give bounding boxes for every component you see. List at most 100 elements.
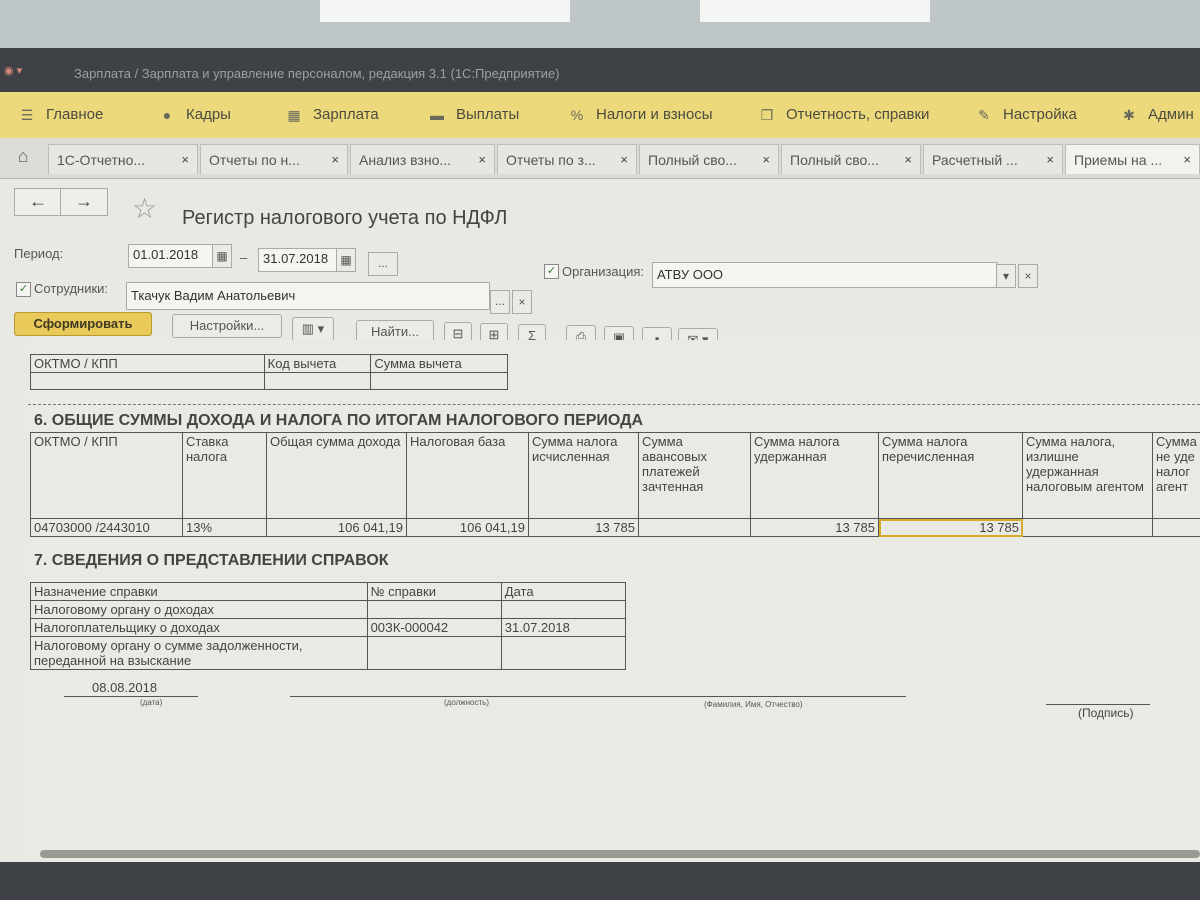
table-cell[interactable]: 106 041,19 <box>266 518 407 537</box>
favorite-star-icon[interactable]: ☆ <box>132 192 157 225</box>
table-cell-selected[interactable]: 13 785 <box>878 518 1023 537</box>
table-header-cell: Сумма налога, излишне удержанная налогов… <box>1022 432 1153 519</box>
menu-taxes[interactable]: % Налоги и взносы <box>568 106 713 123</box>
menu-reports[interactable]: ❐ Отчетность, справки <box>758 106 930 123</box>
table-header-cell: Общая сумма дохода <box>266 432 407 519</box>
close-icon[interactable]: × <box>331 152 339 167</box>
tab-item[interactable]: Отчеты по з... × <box>497 144 637 174</box>
table-cell[interactable]: 00ЗК-000042 <box>366 618 502 637</box>
table-header-cell: Сумма налога удержанная <box>750 432 879 519</box>
window-title: Зарплата / Зарплата и управление персона… <box>74 66 560 81</box>
table-cell[interactable]: Налоговому органу о доходах <box>30 600 368 619</box>
period-label: Период: <box>14 246 64 261</box>
tab-item[interactable]: 1С-Отчетно... × <box>48 144 198 174</box>
tab-label: Полный сво... <box>790 151 879 168</box>
organization-field[interactable]: АТВУ ООО <box>652 262 998 288</box>
title-bar: ◉ ▾ Зарплата / Зарплата и управление пер… <box>0 48 1200 92</box>
date-to-field[interactable]: 31.07.2018 <box>258 248 338 272</box>
table-cell[interactable] <box>1152 518 1200 537</box>
table-cell[interactable] <box>500 636 627 670</box>
close-icon[interactable]: × <box>1046 152 1054 167</box>
menu-admin[interactable]: ✱ Админ <box>1120 106 1194 123</box>
table-cell[interactable] <box>638 518 751 537</box>
table-header-cell: Сумма авансовых платежей зачтенная <box>638 432 751 519</box>
page-divider <box>28 404 1200 405</box>
table-cell[interactable] <box>366 636 502 670</box>
signature-line <box>1046 704 1150 705</box>
variant-menu-icon[interactable]: ▥ ▾ <box>292 317 334 341</box>
calendar-icon[interactable]: ▦ <box>336 248 356 272</box>
forward-button[interactable]: → <box>60 188 108 216</box>
close-icon[interactable]: × <box>620 152 628 167</box>
close-icon[interactable]: × <box>1183 152 1191 167</box>
period-select-button[interactable]: ... <box>368 252 398 276</box>
chevron-down-icon[interactable]: ▾ <box>996 264 1016 288</box>
window-glare <box>320 0 570 22</box>
percent-icon: % <box>570 106 584 123</box>
table-cell[interactable] <box>263 372 372 390</box>
tab-item[interactable]: Полный сво... × <box>781 144 921 174</box>
close-icon[interactable]: × <box>181 152 189 167</box>
table-cell[interactable] <box>500 600 627 619</box>
tab-item-active[interactable]: Приемы на ... × <box>1065 144 1200 174</box>
menu-personnel[interactable]: ● Кадры <box>158 106 231 123</box>
table-cell[interactable] <box>1022 518 1153 537</box>
date-from-field[interactable]: 01.01.2018 <box>128 244 214 268</box>
settings-button[interactable]: Настройки... <box>172 314 282 338</box>
employees-field[interactable]: Ткачук Вадим Анатольевич <box>126 282 490 310</box>
table-cell[interactable]: 13 785 <box>528 518 639 537</box>
menu-admin-label: Админ <box>1148 106 1194 123</box>
menu-settings[interactable]: ✎ Настройка <box>975 106 1077 123</box>
employees-label: Сотрудники: <box>34 281 109 296</box>
signature-caption: (должность) <box>444 698 489 707</box>
signature-caption: (Подпись) <box>1078 706 1134 720</box>
signature-line <box>64 696 198 697</box>
tab-label: Отчеты по н... <box>209 151 300 168</box>
tab-item[interactable]: Полный сво... × <box>639 144 779 174</box>
horizontal-scrollbar[interactable] <box>40 850 1200 858</box>
menu-main[interactable]: ☰ Главное <box>18 106 104 123</box>
close-icon[interactable]: × <box>904 152 912 167</box>
home-icon[interactable]: ⌂ <box>8 146 38 170</box>
table-cell[interactable]: 04703000 /2443010 <box>30 518 183 537</box>
table-cell[interactable]: 13 785 <box>750 518 879 537</box>
table-cell[interactable]: Налоговому органу о сумме задолженности,… <box>30 636 368 670</box>
table-cell[interactable] <box>366 600 502 619</box>
deductions-table: ОКТМО / КПП Код вычета Сумма вычета <box>30 354 508 390</box>
table-header-row: ОКТМО / КПП Ставка налога Общая сумма до… <box>30 432 1200 519</box>
table-row: Налогоплательщику о доходах 00ЗК-000042 … <box>30 618 627 637</box>
table-header-cell: ОКТМО / КПП <box>30 432 183 519</box>
clear-employees-button[interactable]: × <box>512 290 532 314</box>
close-icon[interactable]: × <box>478 152 486 167</box>
table-header-cell: Назначение справки <box>30 582 368 601</box>
employees-select-button[interactable]: ... <box>490 290 510 314</box>
table-cell[interactable]: 106 041,19 <box>406 518 529 537</box>
tab-item[interactable]: Отчеты по н... × <box>200 144 348 174</box>
table-cell[interactable]: 13% <box>182 518 267 537</box>
tab-label: Полный сво... <box>648 151 737 168</box>
calendar-icon[interactable]: ▦ <box>212 244 232 268</box>
table-cell[interactable] <box>370 372 508 390</box>
tab-item[interactable]: Анализ взно... × <box>350 144 495 174</box>
menu-main-label: Главное <box>46 106 104 123</box>
clear-organization-button[interactable]: × <box>1018 264 1038 288</box>
back-button[interactable]: ← <box>14 188 62 216</box>
menu-payments[interactable]: ▬ Выплаты <box>428 106 519 123</box>
section-6-title: 6. ОБЩИЕ СУММЫ ДОХОДА И НАЛОГА ПО ИТОГАМ… <box>34 412 644 429</box>
organization-checkbox[interactable]: ✓ <box>544 264 559 279</box>
wallet-icon: ▬ <box>430 106 444 123</box>
generate-report-button[interactable]: Сформировать <box>14 312 152 336</box>
table-row <box>30 372 508 390</box>
table-header-row: Назначение справки № справки Дата <box>30 582 627 601</box>
table-header-cell: Ставка налога <box>182 432 267 519</box>
documents-icon: ❐ <box>760 106 774 123</box>
table-cell[interactable]: 31.07.2018 <box>500 618 627 637</box>
table-cell[interactable]: Налогоплательщику о доходах <box>30 618 368 637</box>
signature-line <box>290 696 906 697</box>
employees-checkbox[interactable]: ✓ <box>16 282 31 297</box>
table-cell[interactable] <box>30 372 265 390</box>
menu-salary[interactable]: ▦ Зарплата <box>285 106 378 123</box>
menu-payments-label: Выплаты <box>456 106 520 123</box>
close-icon[interactable]: × <box>762 152 770 167</box>
tab-item[interactable]: Расчетный ... × <box>923 144 1063 174</box>
